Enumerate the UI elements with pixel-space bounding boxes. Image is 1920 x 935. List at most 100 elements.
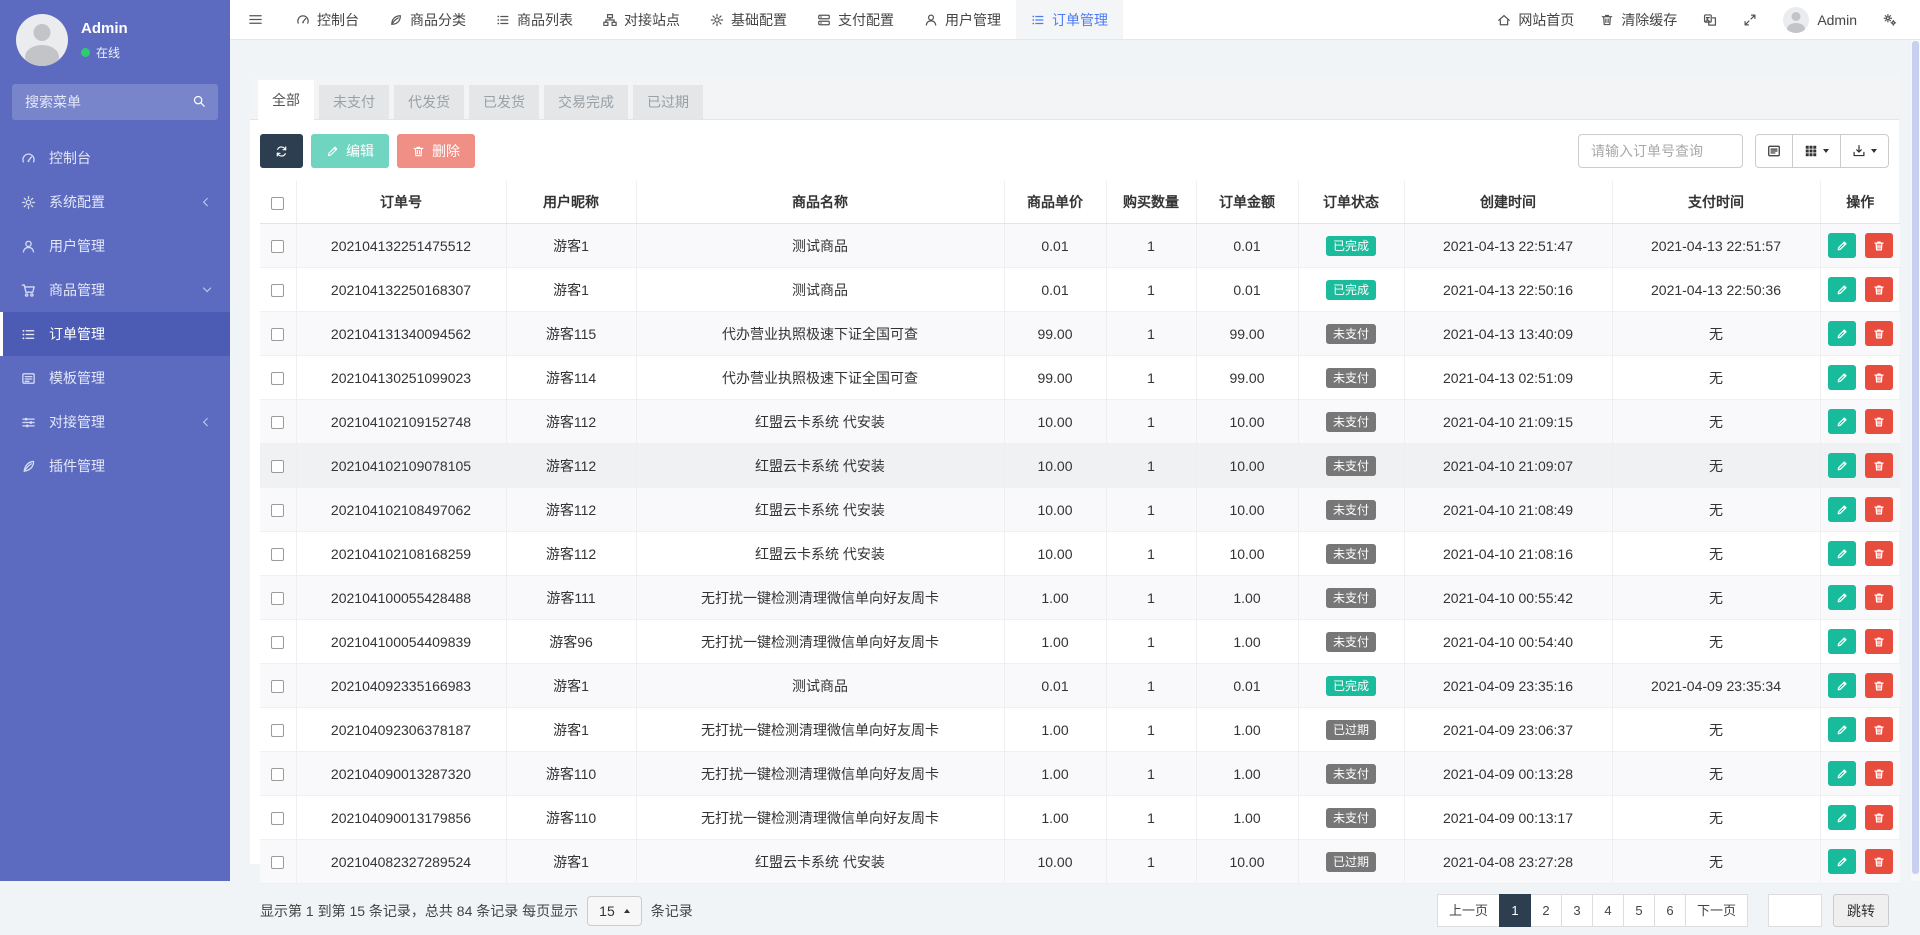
topnav-item[interactable]: 用户管理 [909,0,1016,39]
row-checkbox[interactable] [271,680,284,693]
row-checkbox[interactable] [271,636,284,649]
topnav-item[interactable]: 基础配置 [695,0,802,39]
row-checkbox[interactable] [271,372,284,385]
export-button[interactable] [1840,134,1889,168]
page-button[interactable]: 6 [1654,894,1686,927]
status-tab[interactable]: 全部 [258,80,314,120]
row-edit-button[interactable] [1828,409,1856,434]
page-button[interactable]: 1 [1499,894,1531,927]
delete-button[interactable]: 删除 [397,134,475,168]
row-checkbox[interactable] [271,548,284,561]
row-delete-button[interactable] [1865,717,1893,742]
row-edit-button[interactable] [1828,717,1856,742]
row-delete-button[interactable] [1865,629,1893,654]
row-edit-button[interactable] [1828,761,1856,786]
edit-button[interactable]: 编辑 [311,134,389,168]
row-delete-button[interactable] [1865,365,1893,390]
sidebar-item[interactable]: 插件管理 [0,444,230,488]
row-checkbox[interactable] [271,240,284,253]
clear-cache-link[interactable]: 清除缓存 [1587,0,1690,39]
sidebar-item[interactable]: 对接管理 [0,400,230,444]
row-checkbox[interactable] [271,460,284,473]
row-delete-button[interactable] [1865,673,1893,698]
row-edit-button[interactable] [1828,497,1856,522]
avatar[interactable] [16,14,68,66]
row-delete-button[interactable] [1865,233,1893,258]
row-edit-button[interactable] [1828,321,1856,346]
jump-button[interactable]: 跳转 [1833,894,1889,927]
row-checkbox[interactable] [271,856,284,869]
sidebar-item[interactable]: 商品管理 [0,268,230,312]
columns-button[interactable] [1792,134,1841,168]
topnav-item[interactable]: 对接站点 [588,0,695,39]
row-delete-button[interactable] [1865,585,1893,610]
page-button[interactable]: 4 [1592,894,1624,927]
menu-toggle-button[interactable] [230,0,281,39]
row-delete-button[interactable] [1865,321,1893,346]
refresh-button[interactable] [260,134,303,168]
sidebar-item[interactable]: 用户管理 [0,224,230,268]
scrollbar-thumb[interactable] [1912,41,1919,874]
sidebar-item[interactable]: 控制台 [0,136,230,180]
status-tab[interactable]: 代发货 [394,85,464,119]
status-tab[interactable]: 已发货 [469,85,539,119]
row-delete-button[interactable] [1865,453,1893,478]
detail-view-button[interactable] [1755,134,1793,168]
select-all-checkbox[interactable] [271,197,284,210]
topnav-item[interactable]: 控制台 [281,0,374,39]
prev-page-button[interactable]: 上一页 [1437,894,1500,927]
row-delete-button[interactable] [1865,409,1893,434]
row-delete-button[interactable] [1865,849,1893,874]
row-checkbox[interactable] [271,724,284,737]
sidebar-item[interactable]: 订单管理 [0,312,230,356]
language-button[interactable] [1690,0,1730,39]
sidebar-item[interactable]: 模板管理 [0,356,230,400]
row-checkbox[interactable] [271,768,284,781]
status-tab[interactable]: 未支付 [319,85,389,119]
row-checkbox[interactable] [271,416,284,429]
next-page-button[interactable]: 下一页 [1685,894,1748,927]
page-button[interactable]: 3 [1561,894,1593,927]
pencil-icon [1836,460,1848,472]
row-edit-button[interactable] [1828,233,1856,258]
order-search-input[interactable] [1578,134,1743,168]
row-checkbox[interactable] [271,284,284,297]
row-edit-button[interactable] [1828,629,1856,654]
row-edit-button[interactable] [1828,849,1856,874]
fullscreen-button[interactable] [1730,0,1770,39]
scrollbar[interactable] [1911,40,1920,881]
row-checkbox[interactable] [271,592,284,605]
row-edit-button[interactable] [1828,673,1856,698]
page-size-select[interactable]: 15 [587,896,642,926]
row-checkbox[interactable] [271,504,284,517]
site-home-link[interactable]: 网站首页 [1484,0,1587,39]
row-edit-button[interactable] [1828,805,1856,830]
topnav-item[interactable]: 订单管理 [1016,0,1123,39]
cell-nickname: 游客114 [506,356,636,400]
sidebar-item[interactable]: 系统配置 [0,180,230,224]
status-tab[interactable]: 已过期 [633,85,703,119]
status-tab[interactable]: 交易完成 [544,85,628,119]
row-delete-button[interactable] [1865,541,1893,566]
row-edit-button[interactable] [1828,585,1856,610]
row-delete-button[interactable] [1865,277,1893,302]
row-edit-button[interactable] [1828,277,1856,302]
user-menu[interactable]: Admin [1770,0,1870,39]
page-button[interactable]: 5 [1623,894,1655,927]
row-edit-button[interactable] [1828,541,1856,566]
row-delete-button[interactable] [1865,761,1893,786]
settings-button[interactable] [1870,0,1910,39]
topnav-item[interactable]: 商品列表 [481,0,588,39]
page-button[interactable]: 2 [1530,894,1562,927]
jump-page-input[interactable] [1768,894,1822,927]
row-delete-button[interactable] [1865,805,1893,830]
menu-search-input[interactable] [12,84,218,120]
row-checkbox[interactable] [271,812,284,825]
topnav-item[interactable]: 支付配置 [802,0,909,39]
row-checkbox[interactable] [271,328,284,341]
cell-status: 已完成 [1298,224,1404,268]
row-delete-button[interactable] [1865,497,1893,522]
row-edit-button[interactable] [1828,453,1856,478]
topnav-item[interactable]: 商品分类 [374,0,481,39]
row-edit-button[interactable] [1828,365,1856,390]
